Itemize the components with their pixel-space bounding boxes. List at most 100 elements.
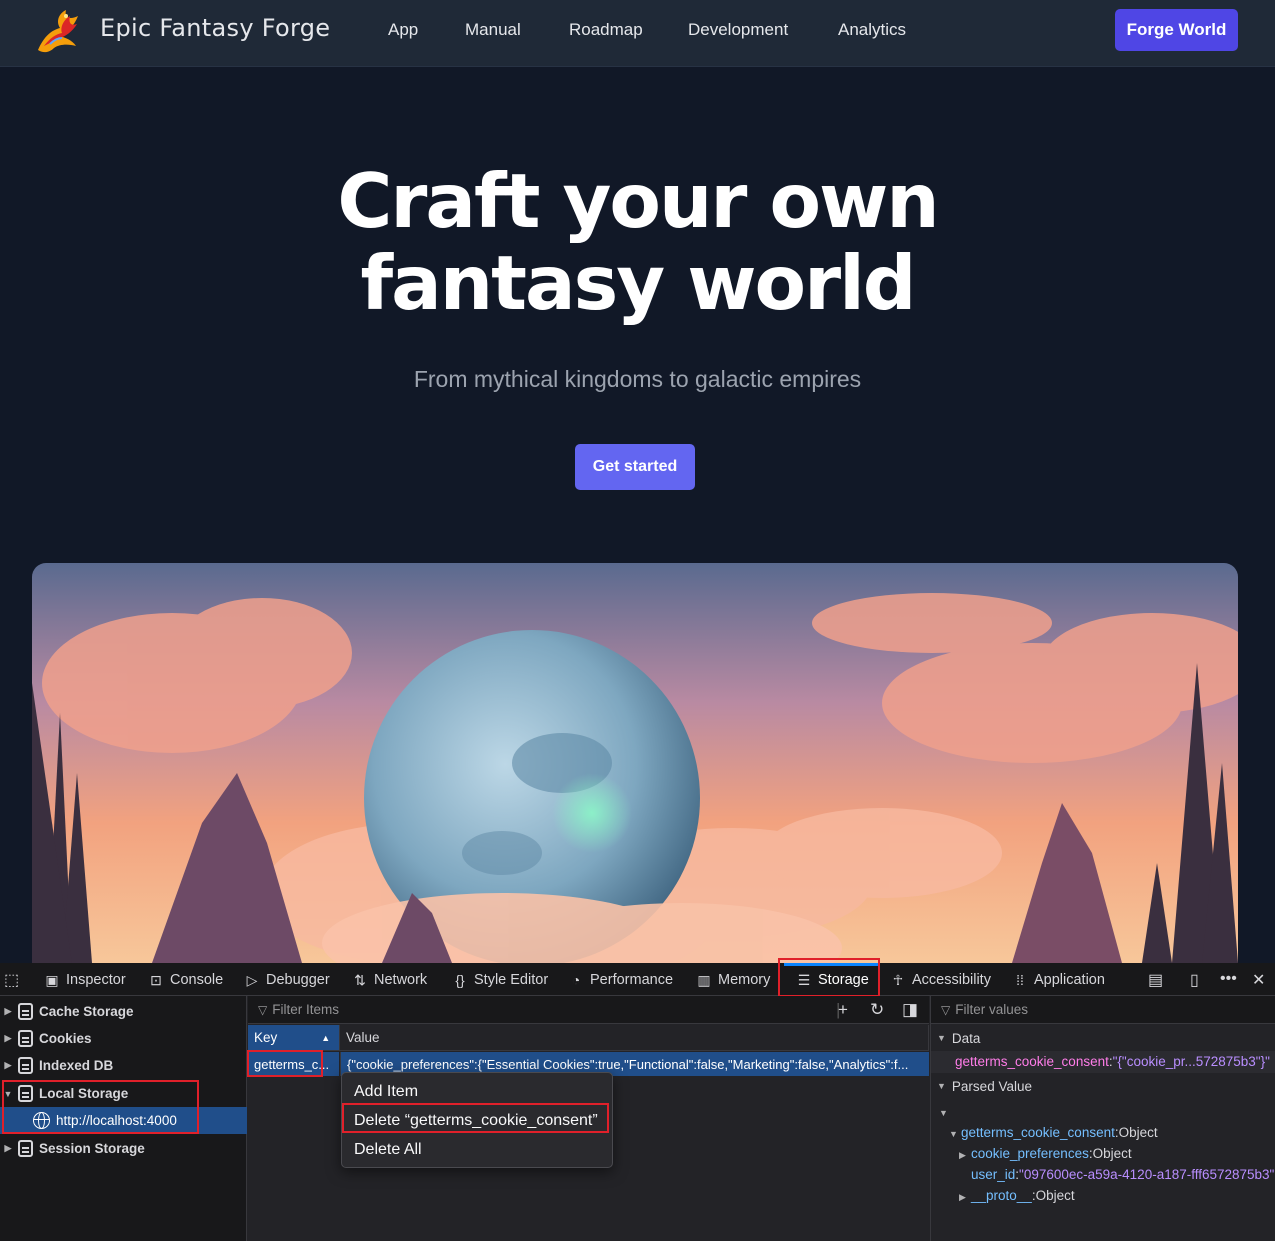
expand-icon[interactable]: ▶ [0, 1006, 16, 1017]
application-icon: ⁞⁞ [1016, 971, 1024, 988]
collapse-icon: ▼ [937, 1081, 946, 1091]
column-label: Key [254, 1030, 278, 1045]
tree-item-local-storage[interactable]: ▼ Local Storage [0, 1080, 247, 1107]
responsive-design-icon[interactable]: ▯ [1190, 970, 1199, 990]
devtools-panel: ⬚ ▣ Inspector ⊡ Console ▷ Debugger ⇅ Net… [0, 958, 1275, 1241]
globe-icon [33, 1112, 50, 1129]
phoenix-logo-icon[interactable] [30, 6, 86, 58]
forge-world-button[interactable]: Forge World [1115, 9, 1238, 51]
menu-item-delete-all[interactable]: Delete All [342, 1135, 612, 1164]
collapse-icon: ▼ [937, 1033, 946, 1043]
dock-sidebar-icon[interactable]: ▤ [1148, 970, 1163, 990]
context-menu: Add Item Delete “getterms_cookie_consent… [341, 1072, 613, 1168]
collapse-icon: ▼ [939, 1108, 948, 1118]
filter-items-input[interactable]: ▽ Filter Items [248, 996, 929, 1024]
tab-performance-label: Performance [590, 971, 674, 988]
element-picker-icon[interactable]: ⬚ [4, 970, 19, 990]
column-header-value[interactable]: Value [340, 1025, 929, 1051]
data-key: getterms_cookie_consent [955, 1054, 1109, 1069]
tree-item-session-storage[interactable]: ▶ Session Storage [0, 1135, 247, 1162]
menu-item-delete-key[interactable]: Delete “getterms_cookie_consent” [342, 1106, 612, 1135]
tree-item-cookies[interactable]: ▶ Cookies [0, 1025, 247, 1052]
node-type: Object [1118, 1125, 1158, 1140]
tab-debugger[interactable]: ▷ Debugger [244, 963, 330, 996]
filter-items-placeholder: Filter Items [272, 1002, 339, 1017]
tab-inspector[interactable]: ▣ Inspector [44, 963, 126, 996]
tab-network[interactable]: ⇅ Network [352, 963, 427, 996]
data-value: "{"cookie_pr...572875b3"}" [1112, 1054, 1270, 1069]
tab-debugger-label: Debugger [266, 971, 330, 988]
filter-icon: ▽ [941, 1002, 951, 1017]
style-editor-icon: {} [455, 971, 465, 988]
devtools-toolbar: ⬚ ▣ Inspector ⊡ Console ▷ Debugger ⇅ Net… [0, 963, 1275, 996]
brand-name[interactable]: Epic Fantasy Forge [100, 14, 330, 42]
tree-item-indexed-db[interactable]: ▶ Indexed DB [0, 1052, 247, 1079]
menu-item-add-item[interactable]: Add Item [342, 1077, 612, 1106]
hero-title: Craft your own fantasy world [0, 160, 1275, 324]
site-header: Epic Fantasy Forge App Manual Roadmap De… [0, 0, 1275, 67]
refresh-icon[interactable]: ↻ [870, 1000, 884, 1020]
tree-node-proto[interactable]: ▶ __proto__:Object [959, 1188, 1075, 1203]
data-row[interactable]: getterms_cookie_consent:"{"cookie_pr...5… [931, 1051, 1275, 1073]
column-header-key[interactable]: Key ▲ [248, 1025, 340, 1051]
tab-application[interactable]: ⁞⁞ Application [1012, 963, 1105, 996]
nav-link-manual[interactable]: Manual [465, 20, 521, 40]
database-icon [18, 1003, 33, 1020]
debugger-icon: ▷ [246, 971, 258, 988]
section-label: Parsed Value [951, 1078, 1032, 1094]
performance-icon: ◔ [571, 971, 581, 988]
collapse-icon: ▼ [949, 1129, 958, 1139]
expand-icon[interactable]: ▶ [0, 1060, 16, 1071]
tab-memory[interactable]: ▥ Memory [696, 963, 770, 996]
nav-link-roadmap[interactable]: Roadmap [569, 20, 643, 40]
toggle-sidebar-icon[interactable]: ◨ [902, 1000, 918, 1020]
tab-style-editor-label: Style Editor [474, 971, 549, 988]
sort-ascending-icon: ▲ [321, 1032, 331, 1043]
tree-node-user-id[interactable]: user_id:"097600ec-a59a-4120-a187-fff6572… [971, 1167, 1274, 1182]
tab-console[interactable]: ⊡ Console [148, 963, 223, 996]
tree-item-label: Session Storage [39, 1141, 145, 1156]
tree-node-root[interactable]: ▼ getterms_cookie_consent:Object [949, 1125, 1158, 1140]
tab-console-label: Console [170, 971, 224, 988]
data-section-header[interactable]: ▼ Data [931, 1026, 1275, 1050]
tab-storage-label: Storage [818, 971, 869, 988]
expand-icon[interactable]: ▶ [0, 1033, 16, 1044]
parsed-value-section-header[interactable]: ▼ Parsed Value [931, 1074, 1275, 1098]
parsed-root-toggle[interactable]: ▼ [939, 1104, 951, 1119]
table-row-key-cell[interactable]: getterms_c... [248, 1052, 339, 1076]
tab-style-editor[interactable]: {} Style Editor [452, 963, 548, 996]
node-key: user_id [971, 1167, 1016, 1182]
node-value: "097600ec-a59a-4120-a187-fff6572875b3" [1019, 1167, 1275, 1182]
tab-accessibility[interactable]: ☥ Accessibility [890, 963, 991, 996]
close-devtools-icon[interactable]: ✕ [1252, 970, 1265, 990]
memory-icon: ▥ [697, 971, 711, 988]
node-key: __proto__ [971, 1188, 1032, 1203]
node-type: Object [1092, 1146, 1132, 1161]
tab-storage[interactable]: ☰ Storage [796, 963, 869, 996]
tree-item-label: http://localhost:4000 [56, 1113, 177, 1128]
node-key: cookie_preferences [971, 1146, 1089, 1161]
add-item-icon[interactable]: + [838, 1000, 848, 1020]
column-label: Value [346, 1030, 380, 1045]
tab-application-label: Application [1034, 971, 1105, 988]
nav-link-app[interactable]: App [388, 20, 418, 40]
storage-sidebar: ▽ Filter values ▼ Data getterms_cookie_c… [930, 996, 1275, 1241]
tab-inspector-label: Inspector [66, 971, 126, 988]
expand-icon: ▶ [959, 1192, 966, 1202]
get-started-button[interactable]: Get started [575, 444, 695, 490]
tree-item-label: Indexed DB [39, 1058, 114, 1073]
expand-icon[interactable]: ▶ [0, 1143, 16, 1154]
database-icon [18, 1140, 33, 1157]
tree-item-localhost[interactable]: http://localhost:4000 [0, 1107, 247, 1134]
tab-performance[interactable]: ◔ Performance [568, 963, 673, 996]
tree-node-cookie-preferences[interactable]: ▶ cookie_preferences:Object [959, 1146, 1132, 1161]
collapse-icon[interactable]: ▼ [0, 1089, 16, 1099]
storage-tree: ▶ Cache Storage ▶ Cookies ▶ Indexed DB ▼… [0, 996, 247, 1241]
more-options-icon[interactable]: ••• [1220, 970, 1237, 988]
tree-item-label: Cookies [39, 1031, 92, 1046]
nav-link-development[interactable]: Development [688, 20, 788, 40]
tree-item-label: Local Storage [39, 1086, 129, 1101]
tree-item-cache-storage[interactable]: ▶ Cache Storage [0, 998, 247, 1025]
nav-link-analytics[interactable]: Analytics [838, 20, 906, 40]
filter-values-input[interactable]: ▽ Filter values [931, 996, 1275, 1024]
